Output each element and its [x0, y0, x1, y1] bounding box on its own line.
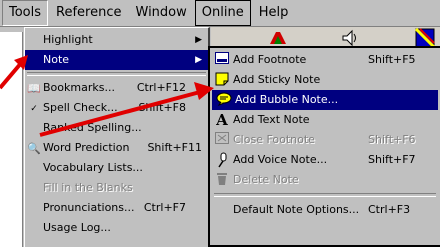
menu-item-label: Add Bubble Note...: [235, 93, 339, 106]
menu-online[interactable]: Online: [194, 0, 251, 26]
trash-icon: [214, 172, 230, 188]
menu-item-label: Delete Note: [233, 173, 299, 186]
menu-item-fill-in-the-blanks[interactable]: Fill in the Blanks: [25, 178, 208, 198]
menu-item-highlight[interactable]: Highlight ▶: [25, 30, 208, 50]
menu-separator: [214, 193, 436, 197]
magnifier-icon: 🔍: [27, 142, 41, 155]
menu-item-label: Add Sticky Note: [233, 73, 321, 86]
menu-item-shortcut: Shift+F7: [368, 153, 416, 166]
menu-item-delete-note[interactable]: Delete Note: [210, 170, 440, 190]
menu-item-add-voice-note[interactable]: Add Voice Note... Shift+F7: [210, 150, 440, 170]
menu-item-label: Add Voice Note...: [233, 153, 328, 166]
menu-item-shortcut: Shift+F5: [368, 53, 416, 66]
note-submenu: Add Footnote Shift+F5 Add Sticky Note Ad…: [208, 46, 440, 247]
menu-tools[interactable]: Tools: [2, 0, 49, 26]
menu-window[interactable]: Window: [130, 1, 193, 25]
tools-dropdown-menu: Highlight ▶ Note ▶ 📖 Bookmarks... Ctrl+F…: [24, 27, 210, 247]
speaker-toolbar-icon[interactable]: [340, 28, 362, 48]
menu-item-bookmarks[interactable]: 📖 Bookmarks... Ctrl+F12: [25, 78, 208, 98]
menu-item-shortcut: Shift+F8: [138, 101, 186, 114]
menu-separator: [27, 72, 206, 76]
menu-item-label: Highlight: [43, 33, 93, 46]
menu-item-label: Spell Check...: [43, 101, 118, 114]
menu-item-close-footnote[interactable]: Close Footnote Shift+F6: [210, 130, 440, 150]
menu-item-add-footnote[interactable]: Add Footnote Shift+F5: [210, 50, 440, 70]
menu-item-add-sticky-note[interactable]: Add Sticky Note: [210, 70, 440, 90]
menu-item-label: Add Footnote: [233, 53, 307, 66]
menu-item-label: Note: [43, 53, 70, 66]
color-toolbar-icon[interactable]: [414, 28, 436, 48]
menu-item-shortcut: Ctrl+F7: [143, 201, 186, 214]
document-margin: [0, 32, 23, 247]
menu-item-vocabulary-lists[interactable]: Vocabulary Lists...: [25, 158, 208, 178]
menu-item-label: Fill in the Blanks: [43, 181, 133, 194]
sticky-note-icon: [214, 72, 230, 88]
bubble-note-icon: [216, 92, 232, 108]
menu-help[interactable]: Help: [253, 1, 295, 25]
menu-item-add-text-note[interactable]: A Add Text Note: [210, 110, 440, 130]
menu-item-shortcut: Shift+F11: [147, 141, 202, 154]
menu-item-label: Default Note Options...: [233, 203, 360, 216]
menu-bar: Tools Reference Window Online Help: [0, 0, 440, 27]
submenu-arrow-icon: ▶: [195, 35, 202, 45]
menu-item-add-bubble-note[interactable]: Add Bubble Note...: [212, 90, 438, 110]
bookmark-icon: 📖: [27, 82, 41, 95]
menu-item-shortcut: Shift+F6: [368, 133, 416, 146]
footnote-icon: [214, 52, 230, 68]
menu-item-word-prediction[interactable]: 🔍 Word Prediction Shift+F11: [25, 138, 208, 158]
close-footnote-icon: [214, 132, 230, 148]
menu-item-label: Close Footnote: [233, 133, 315, 146]
menu-item-usage-log[interactable]: Usage Log...: [25, 218, 208, 238]
menu-item-ranked-spelling[interactable]: Ranked Spelling...: [25, 118, 208, 138]
menu-item-label: Pronunciations...: [43, 201, 135, 214]
text-note-icon: A: [216, 111, 228, 129]
menu-item-label: Bookmarks...: [43, 81, 115, 94]
submenu-arrow-icon: ▶: [195, 55, 202, 65]
spell-check-icon: ✓: [30, 104, 38, 114]
menu-item-note[interactable]: Note ▶: [25, 50, 208, 70]
menu-item-label: Add Text Note: [233, 113, 310, 126]
menu-item-default-note-options[interactable]: Default Note Options... Ctrl+F3: [210, 200, 440, 220]
menu-item-label: Vocabulary Lists...: [43, 161, 143, 174]
menu-reference[interactable]: Reference: [50, 1, 127, 25]
menu-item-shortcut: Ctrl+F3: [368, 203, 411, 216]
menu-item-label: Ranked Spelling...: [43, 121, 142, 134]
menu-item-label: Word Prediction: [43, 141, 130, 154]
menu-item-pronunciations[interactable]: Pronunciations... Ctrl+F7: [25, 198, 208, 218]
menu-item-spell-check[interactable]: ✓ Spell Check... Shift+F8: [25, 98, 208, 118]
highlighter-toolbar-icon[interactable]: [268, 28, 290, 48]
voice-note-icon: [214, 152, 230, 168]
menu-item-shortcut: Ctrl+F12: [136, 81, 186, 94]
menu-item-label: Usage Log...: [43, 221, 111, 234]
